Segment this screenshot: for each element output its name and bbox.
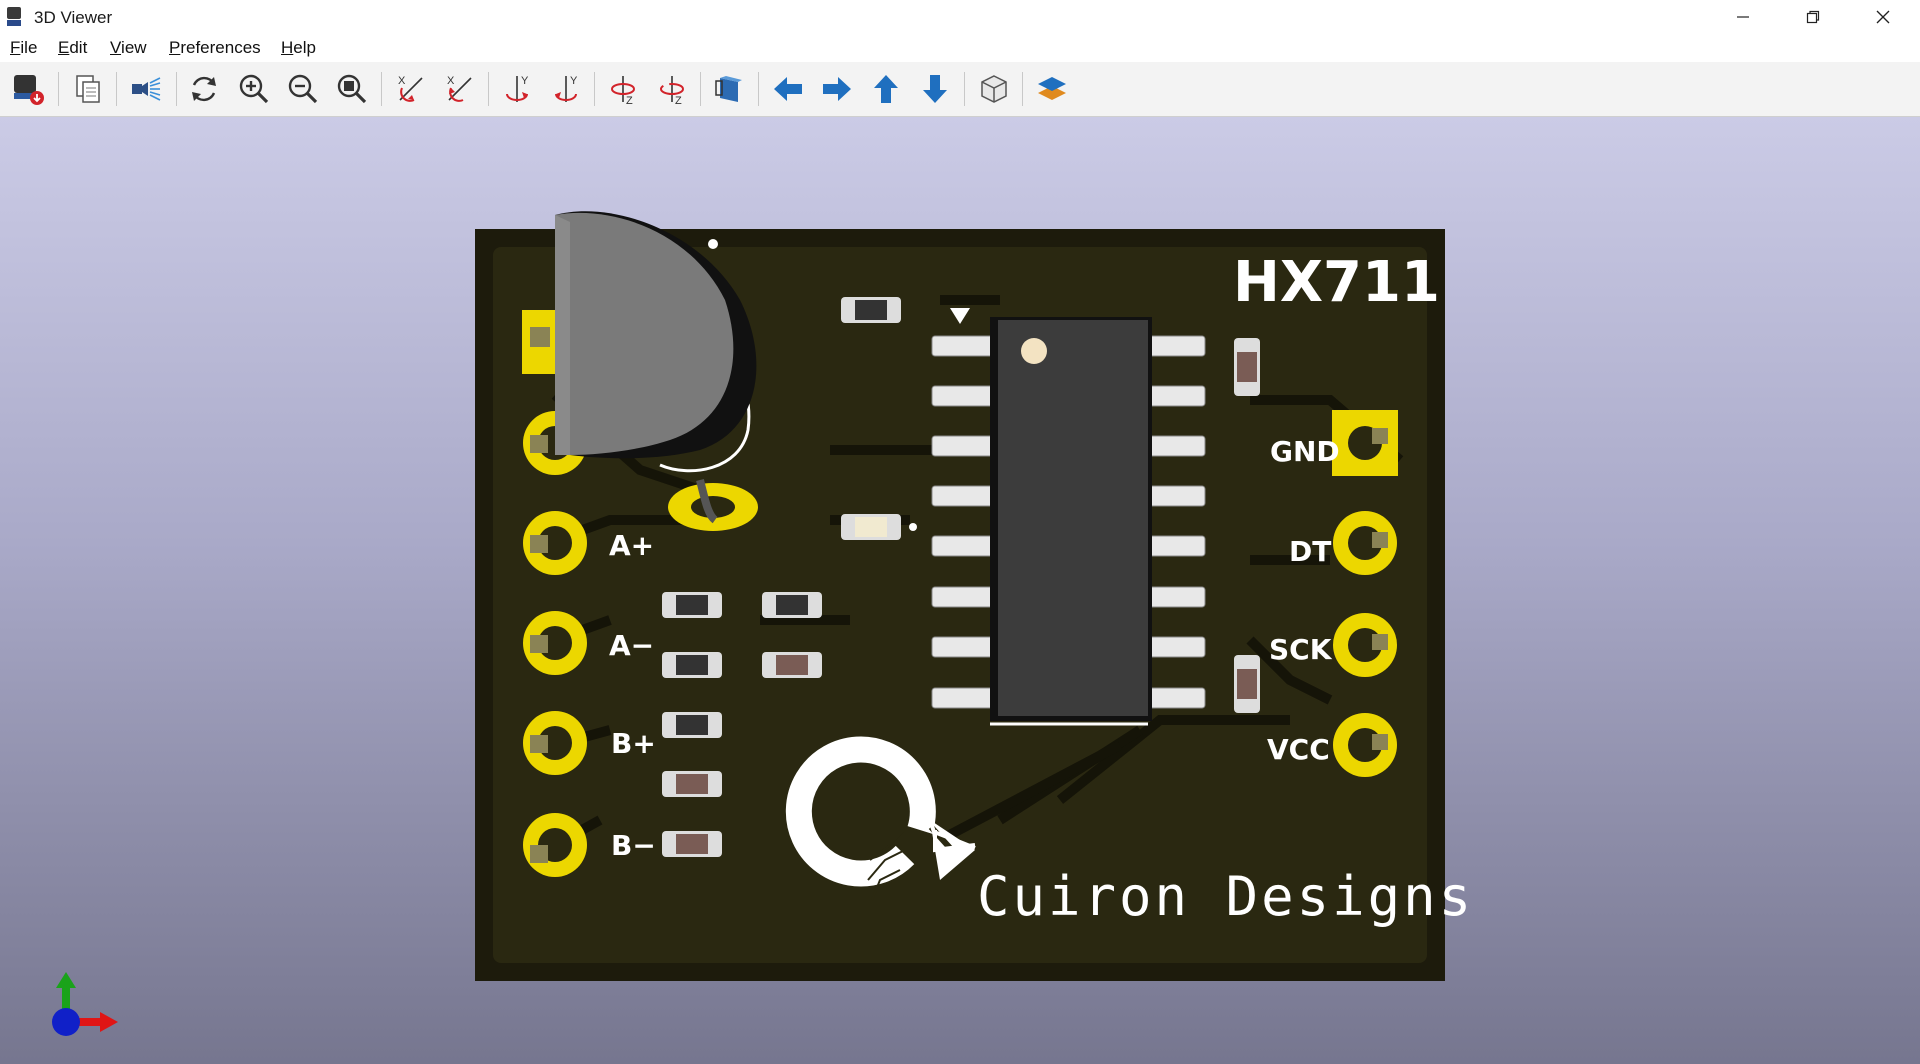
svg-text:Y: Y (521, 75, 529, 87)
3d-viewport[interactable]: HX711 Cuiron Designs A+ A− B+ B− GND DT … (0, 117, 1920, 1064)
label-b-plus: B+ (611, 727, 656, 760)
rotate-y-cw-icon[interactable]: Y (497, 69, 537, 109)
flip-board-icon[interactable] (709, 69, 749, 109)
layers-icon[interactable] (1032, 69, 1072, 109)
z-axis-dot (52, 1008, 80, 1036)
copy-icon[interactable] (68, 69, 108, 109)
menu-view[interactable]: View (110, 38, 147, 58)
label-sck: SCK (1269, 633, 1332, 666)
rotate-x-cw-icon[interactable]: X (391, 69, 431, 109)
x-axis-arrow (100, 1012, 118, 1032)
minimize-button[interactable] (1710, 0, 1776, 34)
title-bar: 3D Viewer (0, 0, 1920, 34)
label-a-plus: A+ (609, 529, 655, 562)
zoom-out-icon[interactable] (283, 69, 323, 109)
board-title: HX711 (1233, 250, 1440, 315)
menu-file[interactable]: File (10, 38, 37, 58)
minimize-icon (1737, 16, 1749, 18)
window-title: 3D Viewer (34, 8, 113, 27)
svg-text:X: X (398, 75, 406, 87)
label-dt: DT (1289, 535, 1332, 568)
svg-text:Z: Z (675, 95, 682, 106)
pan-up-icon[interactable] (866, 69, 906, 109)
y-axis-arrow (56, 972, 76, 988)
rotate-z-cw-icon[interactable]: Z (603, 69, 643, 109)
restore-button[interactable] (1780, 0, 1846, 34)
pan-left-icon[interactable] (768, 69, 808, 109)
brand-text: Cuiron Designs (977, 865, 1475, 928)
restore-icon (1806, 10, 1820, 24)
axis-gizmo (52, 972, 118, 1036)
close-icon (1876, 10, 1890, 24)
svg-text:Y: Y (570, 75, 578, 87)
label-a-minus: A− (609, 629, 655, 662)
rotate-z-ccw-icon[interactable]: Z (652, 69, 692, 109)
zoom-in-icon[interactable] (234, 69, 274, 109)
rotate-x-ccw-icon[interactable]: X (440, 69, 480, 109)
app-icon (6, 6, 22, 28)
menu-edit[interactable]: Edit (58, 38, 87, 58)
label-vcc: VCC (1267, 733, 1330, 766)
svg-text:Z: Z (626, 95, 633, 106)
label-b-minus: B− (611, 829, 656, 862)
menu-bar: File Edit View Preferences Help (0, 34, 1920, 62)
menu-help[interactable]: Help (281, 38, 316, 58)
toolbar: X X Y Y Z Z (0, 62, 1920, 117)
ortho-icon[interactable] (974, 69, 1014, 109)
label-gnd: GND (1270, 435, 1340, 468)
reload-icon[interactable] (184, 69, 224, 109)
pan-right-icon[interactable] (817, 69, 857, 109)
svg-text:X: X (447, 75, 455, 87)
menu-preferences[interactable]: Preferences (169, 38, 261, 58)
pan-down-icon[interactable] (915, 69, 955, 109)
render-icon[interactable] (8, 69, 48, 109)
pcb-render (475, 211, 1445, 981)
raytrace-icon[interactable] (126, 69, 166, 109)
rotate-y-ccw-icon[interactable]: Y (546, 69, 586, 109)
close-button[interactable] (1850, 0, 1916, 34)
zoom-fit-icon[interactable] (332, 69, 372, 109)
